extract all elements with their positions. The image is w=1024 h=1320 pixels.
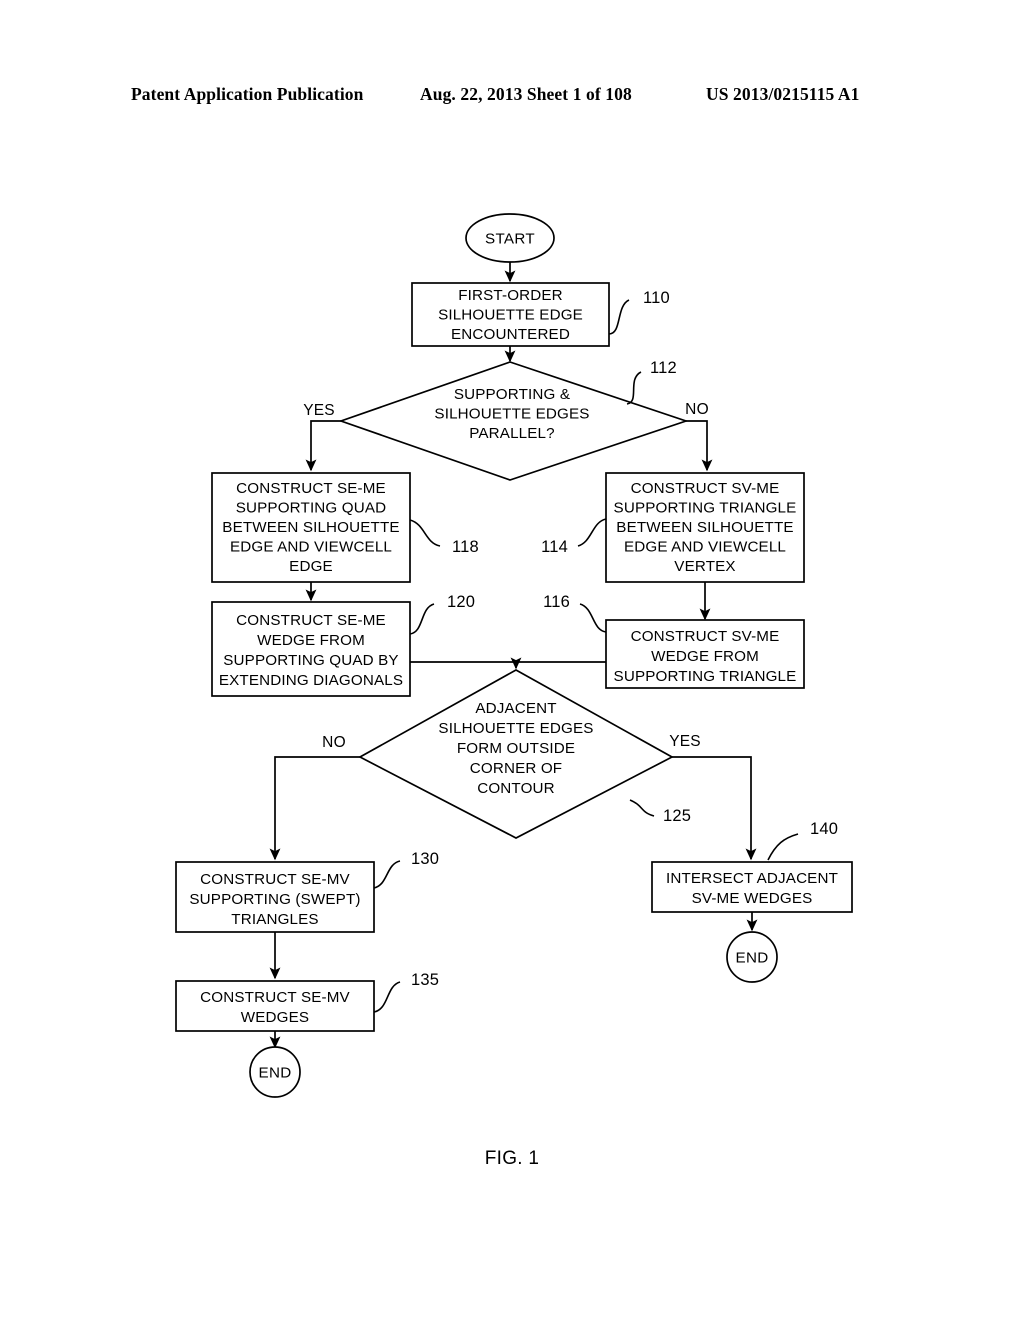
ref-112-leader — [626, 371, 642, 405]
node-118-line-2: BETWEEN SILHOUETTE — [222, 519, 399, 536]
node-125-line-3: CORNER OF — [470, 760, 562, 777]
node-110: FIRST-ORDER SILHOUETTE EDGE ENCOUNTERED — [411, 282, 610, 347]
ref-120-leader — [409, 603, 435, 635]
node-140-line-1: SV-ME WEDGES — [692, 890, 813, 907]
node-114: CONSTRUCT SV-ME SUPPORTING TRIANGLE BETW… — [605, 472, 805, 583]
ref-110-label: 110 — [643, 289, 670, 307]
node-end-left: END — [249, 1046, 301, 1098]
ref-140-label: 140 — [810, 820, 838, 838]
node-118-line-4: EDGE — [289, 558, 333, 575]
node-130: CONSTRUCT SE-MV SUPPORTING (SWEPT) TRIAN… — [175, 861, 375, 933]
branch-112-no-label: NO — [685, 401, 709, 418]
node-125-line-4: CONTOUR — [477, 780, 555, 797]
node-120-line-1: WEDGE FROM — [257, 632, 365, 649]
ref-118-leader — [409, 519, 441, 547]
ref-114-label: 114 — [541, 538, 568, 556]
ref-116-leader — [579, 603, 607, 633]
node-120: CONSTRUCT SE-ME WEDGE FROM SUPPORTING QU… — [211, 601, 411, 697]
node-116: CONSTRUCT SV-ME WEDGE FROM SUPPORTING TR… — [605, 619, 805, 689]
node-135-line-1: WEDGES — [241, 1009, 309, 1026]
ref-125-label: 125 — [663, 807, 691, 825]
node-116-line-2: SUPPORTING TRIANGLE — [614, 668, 797, 685]
node-114-line-4: VERTEX — [674, 558, 735, 575]
node-140: INTERSECT ADJACENT SV-ME WEDGES — [651, 861, 853, 913]
ref-116-label: 116 — [543, 593, 570, 611]
node-114-line-2: BETWEEN SILHOUETTE — [616, 519, 793, 536]
node-112-line-1: SILHOUETTE EDGES — [434, 406, 589, 423]
node-116-line-1: WEDGE FROM — [651, 648, 759, 665]
connector-125-no-to-130 — [269, 756, 360, 861]
ref-118-label: 118 — [452, 538, 479, 556]
figure-caption: FIG. 1 — [484, 1148, 540, 1169]
node-130-line-0: CONSTRUCT SE-MV — [200, 871, 350, 888]
ref-130-label: 130 — [411, 850, 439, 868]
ref-112-label: 112 — [650, 359, 677, 377]
node-110-line-2: ENCOUNTERED — [451, 326, 570, 343]
node-end-right: END — [726, 931, 778, 983]
node-130-line-1: SUPPORTING (SWEPT) — [189, 891, 360, 908]
ref-135-label: 135 — [411, 971, 439, 989]
branch-112-yes-label: YES — [303, 402, 335, 419]
node-start-label: START — [485, 231, 535, 248]
node-118-line-1: SUPPORTING QUAD — [236, 500, 387, 517]
patent-page: Patent Application Publication Aug. 22, … — [0, 0, 1024, 1320]
figure-flowchart: START FIRST-ORDER SILHOUETTE EDGE ENCOUN… — [175, 213, 853, 1098]
ref-120-label: 120 — [447, 593, 475, 611]
node-112-line-0: SUPPORTING & — [454, 386, 570, 403]
node-110-line-1: SILHOUETTE EDGE — [438, 307, 583, 324]
node-125-line-0: ADJACENT — [475, 700, 556, 717]
ref-135-leader — [373, 981, 401, 1013]
ref-140-leader — [767, 833, 799, 861]
connector-112-no-to-114 — [686, 420, 713, 472]
node-130-line-2: TRIANGLES — [231, 911, 318, 928]
ref-125-leader — [629, 799, 655, 817]
node-end-left-label: END — [259, 1065, 292, 1082]
branch-125-no-label: NO — [322, 734, 346, 751]
branch-125-yes-label: YES — [669, 733, 701, 750]
ref-114-leader — [577, 518, 607, 547]
node-118-line-3: EDGE AND VIEWCELL — [230, 539, 392, 556]
node-end-right-label: END — [736, 950, 769, 967]
node-118-line-0: CONSTRUCT SE-ME — [236, 480, 386, 497]
node-120-line-2: SUPPORTING QUAD BY — [223, 652, 398, 669]
node-125-line-2: FORM OUTSIDE — [457, 740, 575, 757]
ref-110-leader — [608, 299, 630, 335]
node-135: CONSTRUCT SE-MV WEDGES — [175, 980, 375, 1032]
node-114-line-1: SUPPORTING TRIANGLE — [614, 500, 797, 517]
node-112-line-2: PARALLEL? — [469, 425, 555, 442]
node-114-line-0: CONSTRUCT SV-ME — [631, 480, 780, 497]
node-110-line-0: FIRST-ORDER — [458, 287, 563, 304]
node-135-line-0: CONSTRUCT SE-MV — [200, 989, 350, 1006]
node-start: START — [465, 213, 555, 263]
node-118: CONSTRUCT SE-ME SUPPORTING QUAD BETWEEN … — [211, 472, 411, 583]
node-125-line-1: SILHOUETTE EDGES — [438, 720, 593, 737]
node-116-line-0: CONSTRUCT SV-ME — [631, 628, 780, 645]
node-120-line-3: EXTENDING DIAGONALS — [219, 672, 403, 689]
connector-112-yes-to-118 — [305, 420, 341, 472]
ref-130-leader — [373, 860, 401, 889]
node-114-line-3: EDGE AND VIEWCELL — [624, 539, 786, 556]
node-140-line-0: INTERSECT ADJACENT — [666, 870, 838, 887]
node-120-line-0: CONSTRUCT SE-ME — [236, 612, 386, 629]
